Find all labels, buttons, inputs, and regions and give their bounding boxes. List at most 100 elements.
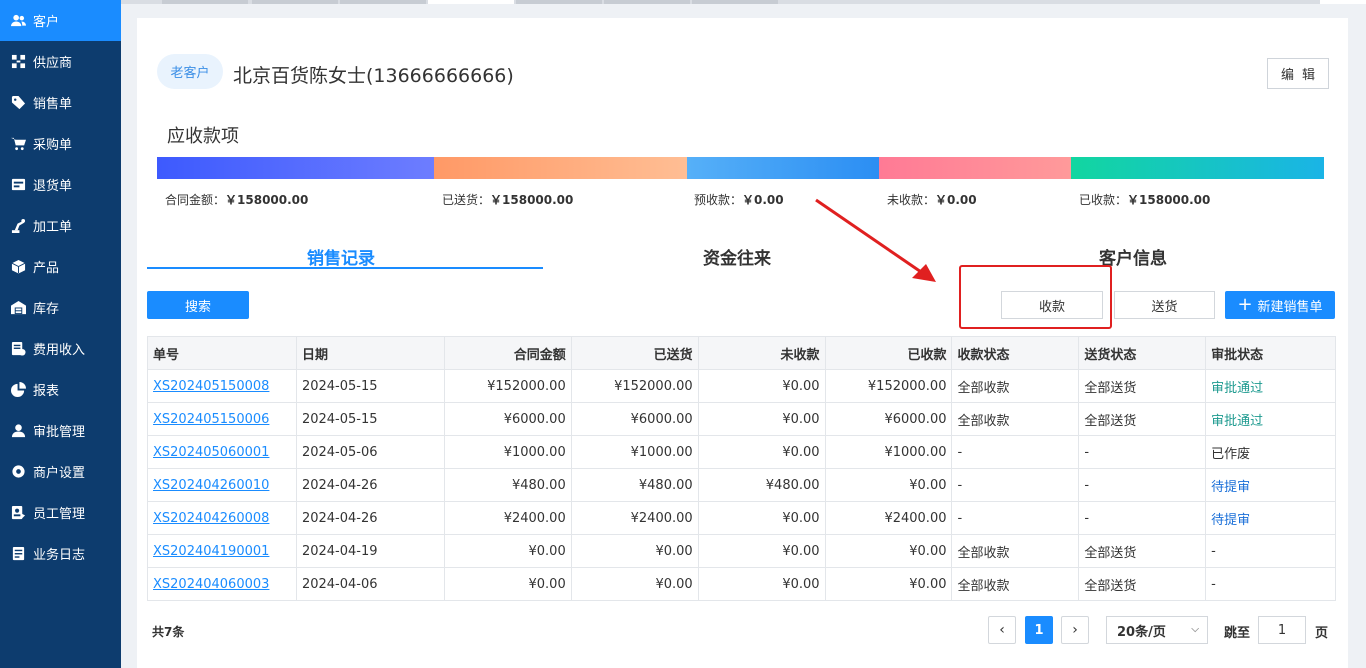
edit-button[interactable]: 编辑 [1267,58,1329,89]
tab-fund-transactions[interactable]: 资金往来 [703,244,771,269]
cell: ¥152000.00 [824,369,953,403]
warehouse-icon [10,300,26,316]
chevron-down-icon: ⌵ [1191,624,1199,635]
top-tab-active[interactable] [428,0,514,4]
order-number-link[interactable]: XS202404260008 [147,501,297,535]
cell: 2024-04-19 [295,534,445,568]
tag-icon [10,95,26,111]
contract-amount-summary: 合同金额：￥158000.00 [165,193,309,207]
sidebar-item-products[interactable]: 产品 [0,246,121,287]
top-tab[interactable] [162,0,248,4]
col-header[interactable]: 已收款 [824,336,953,370]
table-row[interactable]: XS202404260010 2024-04-26 ¥480.00 ¥480.0… [147,468,1336,502]
users-icon [10,13,26,29]
sidebar-item-merchant-settings[interactable]: 商户设置 [0,451,121,492]
sidebar-item-reports[interactable]: 报表 [0,369,121,410]
cell: - [1078,501,1207,535]
cell: 2024-04-06 [295,567,445,601]
top-tab[interactable] [252,0,338,4]
cell: ¥0.00 [697,567,826,601]
col-header[interactable]: 审批状态 [1205,336,1336,370]
col-header[interactable]: 未收款 [697,336,826,370]
received-bar [1071,157,1324,179]
table-row[interactable]: XS202404260008 2024-04-26 ¥2400.00 ¥2400… [147,501,1336,535]
sidebar-item-label: 加工单 [33,220,73,235]
sidebar-item-processing-orders[interactable]: 加工单 [0,205,121,246]
table-row[interactable]: XS202404190001 2024-04-19 ¥0.00 ¥0.00 ¥0… [147,534,1336,568]
cell: ¥1000.00 [824,435,953,469]
sidebar-item-customers[interactable]: 客户 [0,0,121,41]
tab-sales-records[interactable]: 销售记录 [307,244,375,269]
order-number-link[interactable]: XS202405150008 [147,369,297,403]
robot-arm-icon [10,218,26,234]
log-icon [10,546,26,562]
cell: 全部送货 [1078,567,1207,601]
cell: ¥0.00 [697,534,826,568]
cell: ¥6000.00 [570,402,699,436]
page-size-value: 20条/页 [1117,624,1166,640]
col-header[interactable]: 日期 [295,336,445,370]
cell: ¥1000.00 [570,435,699,469]
order-number-link[interactable]: XS202405060001 [147,435,297,469]
col-header[interactable]: 送货状态 [1078,336,1207,370]
table-row[interactable]: XS202405060001 2024-05-06 ¥1000.00 ¥1000… [147,435,1336,469]
total-count: 共7条 [152,625,185,639]
cell: ¥480.00 [697,468,826,502]
annotation-arrow [815,198,936,282]
next-page-button[interactable]: › [1061,616,1089,644]
table-row[interactable]: XS202405150008 2024-05-15 ¥152000.00 ¥15… [147,369,1336,403]
order-number-link[interactable]: XS202405150006 [147,402,297,436]
cell: - [1078,468,1207,502]
approval-status: - [1205,534,1336,568]
sidebar-item-label: 审批管理 [33,425,86,440]
cell: ¥0.00 [443,567,572,601]
sidebar-item-label: 供应商 [33,56,73,71]
jump-page-input[interactable]: 1 [1258,616,1306,644]
cell: ¥152000.00 [570,369,699,403]
return-icon [10,177,26,193]
prev-page-button[interactable]: ‹ [988,616,1016,644]
new-sales-order-label: 新建销售单 [1257,299,1323,315]
sidebar-item-return-orders[interactable]: 退货单 [0,164,121,205]
sidebar-item-business-log[interactable]: 业务日志 [0,533,121,574]
cell: 全部收款 [951,402,1080,436]
top-tab[interactable] [692,0,778,4]
cell: ¥1000.00 [443,435,572,469]
sidebar-item-sales-orders[interactable]: 销售单 [0,82,121,123]
receivables-title: 应收款项 [167,126,239,147]
table-row[interactable]: XS202405150006 2024-05-15 ¥6000.00 ¥6000… [147,402,1336,436]
sidebar-item-inventory[interactable]: 库存 [0,287,121,328]
top-tab[interactable] [604,0,690,4]
top-tab[interactable] [340,0,426,4]
col-header[interactable]: 合同金额 [443,336,572,370]
user-icon [10,423,26,439]
top-tab[interactable] [1320,0,1366,4]
order-number-link[interactable]: XS202404260010 [147,468,297,502]
page-size-select[interactable]: 20条/页 ⌵ [1106,616,1208,644]
cell: ¥2400.00 [570,501,699,535]
cell: ¥2400.00 [824,501,953,535]
cart-icon [10,136,26,152]
col-header[interactable]: 单号 [147,336,297,370]
sidebar-item-approvals[interactable]: 审批管理 [0,410,121,451]
plus-icon: + [1237,294,1253,315]
search-button[interactable]: 搜索 [147,291,249,319]
col-header[interactable]: 收款状态 [951,336,1080,370]
sidebar-item-staff[interactable]: 员工管理 [0,492,121,533]
order-number-link[interactable]: XS202404190001 [147,534,297,568]
page-number-current[interactable]: 1 [1025,616,1053,644]
cell: ¥0.00 [824,567,953,601]
sidebar-item-purchase-orders[interactable]: 采购单 [0,123,121,164]
order-number-link[interactable]: XS202404060003 [147,567,297,601]
sidebar-item-label: 业务日志 [33,548,86,563]
prepaid-bar [687,157,879,179]
customer-name: 北京百货陈女士(13666666666) [233,65,514,87]
deliver-button[interactable]: 送货 [1114,291,1215,319]
table-row[interactable]: XS202404060003 2024-04-06 ¥0.00 ¥0.00 ¥0… [147,567,1336,601]
top-tab[interactable] [516,0,602,4]
sidebar-item-suppliers[interactable]: 供应商 [0,41,121,82]
new-sales-order-button[interactable]: + 新建销售单 [1225,291,1335,319]
sidebar-item-expenses-income[interactable]: 费用收入 [0,328,121,369]
col-header[interactable]: 已送货 [570,336,699,370]
customer-type-badge: 老客户 [157,54,223,89]
